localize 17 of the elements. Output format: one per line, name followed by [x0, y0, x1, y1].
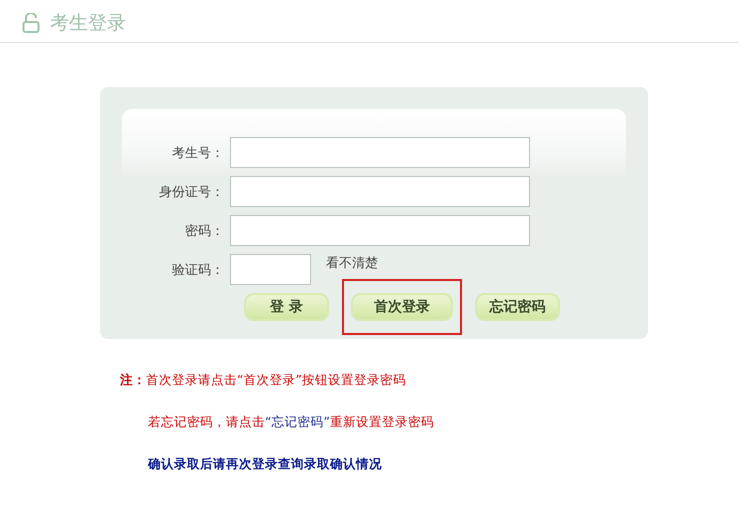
padlock-icon — [22, 13, 40, 33]
form-button[interactable]: 忘记密码 — [475, 293, 560, 321]
captcha-field[interactable] — [230, 254, 311, 285]
page-title: 考生登录 — [50, 11, 126, 36]
input-field[interactable] — [230, 215, 530, 246]
input-field[interactable] — [230, 176, 530, 207]
note-text: 若忘记密码，请点击“忘记密码”重新设置登录密码 — [147, 413, 435, 431]
field-label: 密码： — [184, 222, 225, 240]
input-field[interactable] — [230, 137, 530, 168]
field-label: 考生号： — [171, 144, 225, 162]
refresh-captcha-link[interactable]: 看不清楚 — [326, 254, 378, 272]
note-text: 注：首次登录请点击“首次登录”按钮设置登录密码 — [120, 371, 407, 389]
field-label: 验证码： — [171, 262, 225, 278]
field-label: 身份证号： — [158, 184, 225, 200]
form-button[interactable]: 首次登录 — [351, 293, 453, 321]
form-button[interactable]: 登 录 — [244, 293, 329, 321]
note-text: 确认录取后请再次登录查询录取确认情况 — [146, 455, 383, 473]
